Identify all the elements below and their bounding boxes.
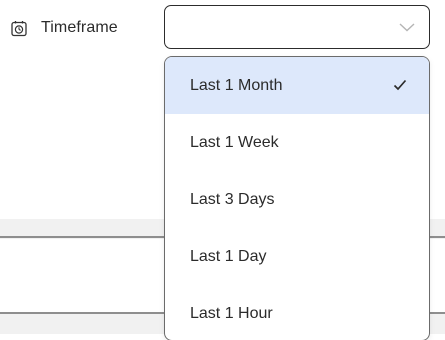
option-label: Last 1 Month	[190, 76, 283, 94]
option-label: Last 1 Week	[190, 133, 279, 151]
timeframe-label: Timeframe	[41, 19, 118, 36]
timer-icon	[10, 19, 28, 37]
checkmark-icon	[393, 78, 407, 91]
option-label: Last 1 Hour	[190, 304, 273, 322]
timeframe-select[interactable]	[164, 5, 430, 49]
option-last-1-month[interactable]: Last 1 Month	[165, 57, 429, 114]
timeframe-filter-label-row: Timeframe	[10, 6, 118, 50]
option-label: Last 3 Days	[190, 190, 275, 208]
timeframe-dropdown-menu: Last 1 Month Last 1 Week Last 3 Days Las…	[164, 56, 430, 340]
option-last-1-hour[interactable]: Last 1 Hour	[165, 285, 429, 340]
option-last-1-week[interactable]: Last 1 Week	[165, 114, 429, 171]
option-label: Last 1 Day	[190, 247, 267, 265]
option-last-1-day[interactable]: Last 1 Day	[165, 228, 429, 285]
chevron-down-icon	[398, 20, 416, 34]
option-last-3-days[interactable]: Last 3 Days	[165, 171, 429, 228]
